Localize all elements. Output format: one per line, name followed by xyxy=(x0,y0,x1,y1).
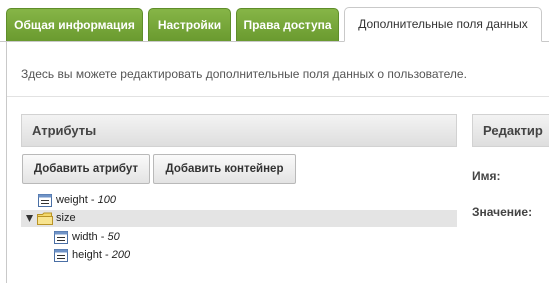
tab-general-info[interactable]: Общая информация xyxy=(6,8,143,41)
edit-panel-header: Редактир xyxy=(472,114,549,147)
add-attribute-button[interactable]: Добавить атрибут xyxy=(22,154,150,184)
tree-item-name: width xyxy=(72,231,98,243)
name-field-label: Имя: xyxy=(472,169,501,183)
tab-settings[interactable]: Настройки xyxy=(148,8,231,41)
value-field-label: Значение: xyxy=(472,205,533,219)
tab-additional-fields[interactable]: Дополнительные поля данных xyxy=(344,7,542,42)
selected-row-highlight xyxy=(21,210,457,227)
intro-text: Здесь вы можете редактировать дополнител… xyxy=(21,67,467,81)
tree-item-name: height xyxy=(72,249,102,261)
attribute-icon xyxy=(54,249,68,262)
attribute-icon xyxy=(54,231,68,244)
tree-item-sep: - xyxy=(97,231,108,243)
attributes-panel-header: Атрибуты xyxy=(21,114,457,147)
tree-item-sep: - xyxy=(87,194,98,206)
folder-icon xyxy=(37,212,53,225)
add-container-button[interactable]: Добавить контейнер xyxy=(153,154,296,184)
expand-triangle-icon[interactable] xyxy=(26,215,33,222)
tree-item-value: 50 xyxy=(107,231,120,243)
attribute-icon xyxy=(38,194,52,207)
tree-item-value: 100 xyxy=(97,194,116,206)
tree-item-name: size xyxy=(56,212,76,224)
tree-item-name: weight xyxy=(56,194,88,206)
tree-item-sep: - xyxy=(101,249,112,261)
tab-access-rights[interactable]: Права доступа xyxy=(236,8,339,41)
intro-divider xyxy=(7,96,549,97)
tree-item-value: 200 xyxy=(111,249,131,261)
tab-bar: Общая информация Настройки Права доступа… xyxy=(0,0,549,42)
